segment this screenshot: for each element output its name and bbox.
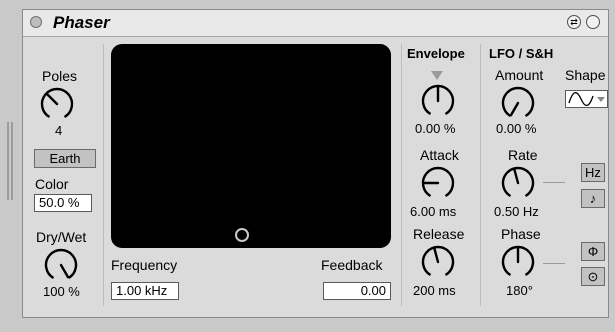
poles-value: 4 [55,123,63,138]
phase-connector [543,263,565,264]
power-icon[interactable] [30,16,42,28]
poles-knob[interactable] [38,85,76,123]
attack-knob[interactable] [419,164,457,202]
hot-swap-icon[interactable]: ⇄ [567,15,581,29]
rate-sync-note-icon[interactable]: ♪ [581,189,605,208]
dropdown-arrow-icon [597,97,605,102]
sine-wave-icon [568,92,605,107]
earth-button[interactable]: Earth [34,149,96,168]
divider [401,44,402,306]
lfo-amount-knob[interactable] [499,84,537,122]
knob-pointer [433,247,440,264]
release-value: 200 ms [413,283,456,298]
divider [103,44,104,306]
envelope-amount-value: 0.00 % [415,121,456,136]
phase-value: 180° [506,283,533,298]
color-field[interactable]: 50.0 % [34,194,92,212]
knob-pointer [59,263,70,279]
phaser-device: Phaser ⇄ Poles 4 Earth Color 50.0 % Dry/… [22,9,609,318]
lfo-amount-value: 0.00 % [496,121,537,136]
envelope-amount-knob[interactable] [419,82,457,120]
shape-label: Shape [565,67,606,83]
drywet-value: 100 % [43,284,80,299]
rate-connector [543,182,565,183]
release-knob[interactable] [419,243,457,281]
shape-selector[interactable] [565,90,608,108]
feedback-label: Feedback [321,257,383,273]
knob-pointer [45,92,59,106]
rate-knob[interactable] [499,164,537,202]
frequency-label: Frequency [111,257,178,273]
xy-control-pad[interactable] [111,44,391,248]
drywet-label: Dry/Wet [36,229,87,245]
phase-label: Phase [501,226,541,242]
xy-handle[interactable] [235,228,249,242]
attack-value: 6.00 ms [410,204,457,219]
phase-mode-icon[interactable]: Φ [581,242,605,261]
knob-pointer [513,168,520,185]
color-label: Color [35,176,69,192]
device-drag-handle[interactable] [6,122,16,200]
lfo-amount-label: Amount [495,67,544,83]
drywet-knob[interactable] [42,246,80,284]
frequency-field[interactable]: 1.00 kHz [111,282,179,300]
lfo-heading: LFO / S&H [489,46,554,61]
attack-label: Attack [420,147,459,163]
knob-pointer [509,101,520,117]
device-title-bar[interactable]: Phaser ⇄ [23,10,608,37]
rate-value: 0.50 Hz [494,204,539,219]
release-label: Release [413,226,465,242]
divider [480,44,481,306]
device-title: Phaser [53,13,110,32]
rate-hz-button[interactable]: Hz [581,163,605,182]
rate-label: Rate [508,147,538,163]
envelope-arrow-icon [431,71,443,80]
envelope-heading: Envelope [407,46,465,61]
spin-mode-icon[interactable]: ⊙ [581,267,605,286]
feedback-field[interactable]: 0.00 [323,282,391,300]
preset-menu-icon[interactable] [586,15,600,29]
poles-label: Poles [42,68,78,84]
phase-knob[interactable] [499,243,537,281]
